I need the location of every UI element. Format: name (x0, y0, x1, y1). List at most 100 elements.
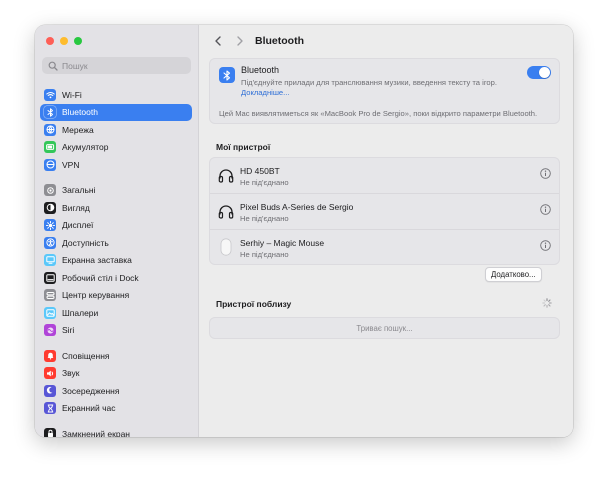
battery-icon (44, 141, 56, 154)
toggle-knob (539, 67, 550, 78)
control-center-icon (44, 289, 56, 302)
sidebar-item-screensaver[interactable]: Екранна заставка (40, 252, 192, 270)
searching-status: Триває пошук... (209, 317, 560, 339)
settings-window: Пошук Wi-Fi Bluetooth Мережа Акумулятор VPN З… (35, 25, 573, 437)
bluetooth-title: Bluetooth (241, 65, 280, 75)
bluetooth-icon (44, 106, 56, 119)
sidebar-item-label: Акумулятор (62, 142, 109, 153)
sidebar-item-label: Siri (62, 325, 75, 336)
headphones-icon (218, 203, 234, 219)
bluetooth-toggle[interactable] (527, 66, 551, 79)
device-name: Pixel Buds A-Series de Sergio (240, 202, 354, 212)
sidebar-item-label: Екранний час (62, 403, 116, 414)
sidebar: Пошук Wi-Fi Bluetooth Мережа Акумулятор VPN З… (35, 25, 199, 437)
main-pane: Bluetooth Bluetooth Під'єднуйте прилади … (199, 25, 573, 437)
siri-icon (44, 324, 56, 337)
sidebar-item-speaker[interactable]: Звук (40, 365, 192, 383)
lock-icon (44, 427, 56, 437)
device-row[interactable]: HD 450BT Не під'єднано (210, 158, 559, 193)
sidebar-item-wallpaper[interactable]: Шпалери (40, 304, 192, 322)
learn-more-link[interactable]: Докладніше... (241, 88, 289, 97)
device-name: Serhiy – Magic Mouse (240, 238, 325, 248)
sidebar-divider (40, 339, 192, 347)
wallpaper-icon (44, 306, 56, 319)
sidebar-item-accessibility[interactable]: Доступність (40, 234, 192, 252)
sidebar-item-bluetooth[interactable]: Bluetooth (40, 103, 192, 121)
mouse-icon (218, 238, 234, 256)
search-field[interactable]: Пошук (42, 57, 191, 74)
bluetooth-description: Під'єднуйте прилади для транслювання муз… (241, 78, 497, 87)
toolbar: Bluetooth (199, 25, 573, 57)
sidebar-item-label: Вигляд (62, 202, 90, 213)
wifi-icon (44, 88, 56, 101)
spinner-icon (542, 298, 552, 308)
sidebar-item-label: VPN (62, 159, 80, 170)
sidebar-item-siri[interactable]: Siri (40, 322, 192, 340)
my-devices-list: HD 450BT Не під'єднано Pixel Buds A-Seri… (209, 157, 560, 265)
sidebar-item-hourglass[interactable]: Екранний час (40, 400, 192, 418)
globe-icon (44, 123, 56, 136)
sidebar-item-gear[interactable]: Загальні (40, 182, 192, 200)
sidebar-item-moon[interactable]: Зосередження (40, 382, 192, 400)
info-icon[interactable] (540, 240, 551, 251)
sidebar-item-label: Мережа (62, 124, 94, 135)
search-icon (48, 61, 58, 71)
zoom-window-button[interactable] (74, 37, 82, 45)
accessibility-icon (44, 236, 56, 249)
chevron-right-icon (237, 36, 243, 46)
sidebar-item-label: Bluetooth (62, 107, 98, 118)
bluetooth-card: Bluetooth Під'єднуйте прилади для трансл… (209, 58, 560, 124)
sidebar-item-lock[interactable]: Замкнений екран (40, 425, 192, 437)
screensaver-icon (44, 254, 56, 267)
sidebar-item-globe[interactable]: Мережа (40, 121, 192, 139)
nearby-devices-title: Пристрої поблизу (216, 299, 292, 309)
speaker-icon (44, 367, 56, 380)
device-row[interactable]: Pixel Buds A-Series de Sergio Не під'єдн… (210, 193, 559, 229)
sun-icon (44, 219, 56, 232)
my-devices-title: Мої пристрої (216, 142, 271, 152)
back-button[interactable] (211, 34, 225, 48)
appearance-icon (44, 201, 56, 214)
sidebar-item-wifi[interactable]: Wi-Fi (40, 86, 192, 104)
dock-icon (44, 271, 56, 284)
sidebar-item-battery[interactable]: Акумулятор (40, 139, 192, 157)
device-status: Не під'єднано (240, 178, 289, 187)
sidebar-item-label: Сповіщення (62, 350, 110, 361)
info-icon[interactable] (540, 204, 551, 215)
page-title: Bluetooth (255, 35, 304, 47)
sidebar-item-label: Шпалери (62, 307, 99, 318)
bell-icon (44, 349, 56, 362)
advanced-button[interactable]: Додатково... (485, 267, 542, 282)
moon-icon (44, 384, 56, 397)
sidebar-item-label: Wi-Fi (62, 89, 82, 100)
info-icon[interactable] (540, 168, 551, 179)
sidebar-item-label: Доступність (62, 237, 109, 248)
sidebar-item-label: Екранна заставка (62, 255, 132, 266)
sidebar-item-label: Замкнений екран (62, 428, 130, 437)
sidebar-item-label: Центр керування (62, 290, 130, 301)
headphones-icon (218, 167, 234, 183)
sidebar-item-bell[interactable]: Сповіщення (40, 347, 192, 365)
discoverable-note: Цей Mac виявлятиметься як «MacBook Pro d… (219, 109, 538, 118)
forward-button[interactable] (233, 34, 247, 48)
sidebar-item-label: Зосередження (62, 385, 120, 396)
sidebar-divider (40, 417, 192, 425)
device-status: Не під'єднано (240, 214, 289, 223)
sidebar-item-label: Звук (62, 368, 80, 379)
bluetooth-icon (219, 67, 235, 83)
chevron-left-icon (215, 36, 221, 46)
sidebar-item-label: Дисплеї (62, 220, 94, 231)
sidebar-item-vpn[interactable]: VPN (40, 156, 192, 174)
gear-icon (44, 184, 56, 197)
minimize-window-button[interactable] (60, 37, 68, 45)
device-row[interactable]: Serhiy – Magic Mouse Не під'єднано (210, 229, 559, 265)
sidebar-item-dock[interactable]: Робочий стіл і Dock (40, 269, 192, 287)
vpn-icon (44, 158, 56, 171)
sidebar-nav: Wi-Fi Bluetooth Мережа Акумулятор VPN Загальн… (40, 86, 192, 437)
close-window-button[interactable] (46, 37, 54, 45)
device-status: Не під'єднано (240, 250, 289, 259)
sidebar-item-control-center[interactable]: Центр керування (40, 287, 192, 305)
search-placeholder: Пошук (62, 60, 88, 71)
sidebar-item-sun[interactable]: Дисплеї (40, 217, 192, 235)
sidebar-item-appearance[interactable]: Вигляд (40, 199, 192, 217)
